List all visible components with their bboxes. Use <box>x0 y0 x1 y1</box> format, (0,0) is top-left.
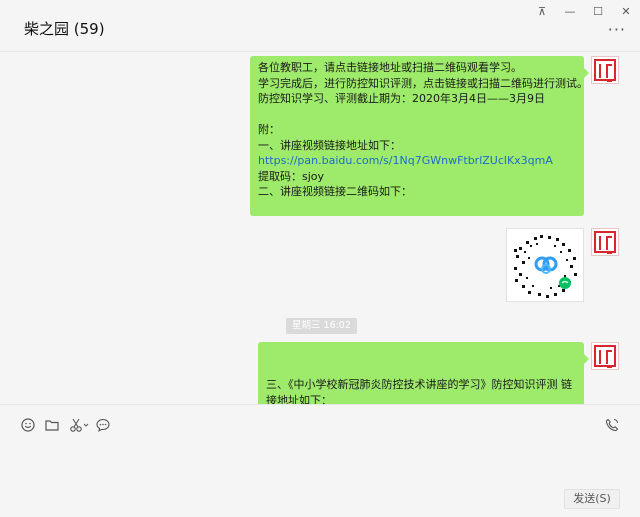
message-link[interactable]: https://pan.baidu.com/s/1Nq7GWnwFtbrlZUc… <box>258 153 576 169</box>
message-line: 附： <box>258 123 280 136</box>
chat-title: 柴之园 (59) <box>24 20 105 38</box>
send-button[interactable]: 发送(S) <box>564 489 620 509</box>
maximize-icon[interactable]: ☐ <box>584 0 612 22</box>
title-bar: 柴之园 (59) ⊼ — ☐ ✕ ··· <box>0 0 640 52</box>
qr-code-image[interactable] <box>506 228 584 302</box>
message-line: 三、《中小学校新冠肺炎防控技术讲座的学习》防控知识评测 链接地址如下： <box>266 378 572 404</box>
avatar[interactable] <box>591 228 619 256</box>
avatar[interactable] <box>591 56 619 84</box>
message-line: 各位教职工，请点击链接地址或扫描二维码观看学习。 <box>258 61 522 74</box>
seal-icon <box>594 345 616 368</box>
message-timestamp: 星期三 16:02 <box>286 318 357 334</box>
qr-code-icon <box>510 231 582 301</box>
message-input-area[interactable]: 发送(S) <box>0 404 640 517</box>
message-line: 二、讲座视频链接二维码如下： <box>258 185 412 198</box>
minimize-icon[interactable]: — <box>556 0 584 22</box>
message-line: 学习完成后，进行防控知识评测，点击链接或扫描二维码进行测试。 <box>258 76 588 90</box>
close-icon[interactable]: ✕ <box>612 0 640 22</box>
scissors-icon[interactable] <box>68 417 90 433</box>
seal-icon <box>594 59 616 82</box>
avatar[interactable] <box>591 342 619 370</box>
message-line <box>266 346 576 362</box>
message-line: 一、讲座视频链接地址如下： <box>258 138 401 152</box>
emoji-icon[interactable] <box>20 417 36 433</box>
phone-icon[interactable] <box>604 417 620 433</box>
chat-window: 柴之园 (59) ⊼ — ☐ ✕ ··· 各位教职工，请点击链接地址或扫描二维码… <box>0 0 640 517</box>
message-bubble[interactable]: 三、《中小学校新冠肺炎防控技术讲座的学习》防控知识评测 链接地址如下： <box>258 342 589 404</box>
message-line <box>266 362 576 378</box>
seal-icon <box>594 231 616 254</box>
message-line <box>258 107 576 123</box>
chat-bubble-icon[interactable] <box>95 417 111 433</box>
message-bubble[interactable]: 各位教职工，请点击链接地址或扫描二维码观看学习。 学习完成后，进行防控知识评测，… <box>250 56 589 216</box>
message-line: 提取码：sjoy <box>258 169 325 183</box>
message-line: 防控知识学习、评测截止期为：2020年3月4日——3月9日 <box>258 92 545 105</box>
folder-icon[interactable] <box>44 417 60 433</box>
message-list[interactable]: 各位教职工，请点击链接地址或扫描二维码观看学习。 学习完成后，进行防控知识评测，… <box>0 52 640 404</box>
pin-icon[interactable]: ⊼ <box>528 0 556 22</box>
window-controls: ⊼ — ☐ ✕ <box>528 0 640 22</box>
more-options-button[interactable]: ··· <box>608 20 626 39</box>
